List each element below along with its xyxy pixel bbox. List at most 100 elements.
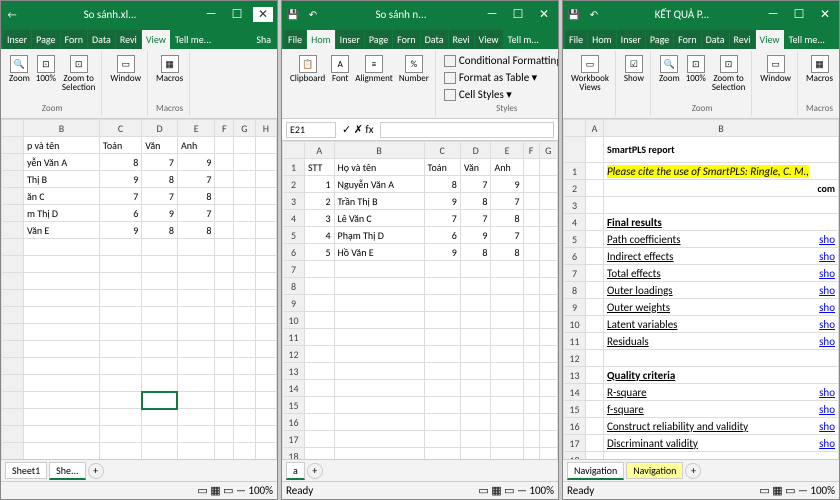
- close-button[interactable]: ✕: [534, 7, 554, 22]
- ribbon-group-macros: ▦Macros Macros: [150, 51, 190, 116]
- tab-page[interactable]: Page: [32, 30, 59, 49]
- minimize-button[interactable]: —: [201, 7, 221, 21]
- add-sheet-button[interactable]: +: [88, 463, 104, 479]
- tab-formulas[interactable]: Forn: [393, 30, 419, 49]
- tab-data[interactable]: Data: [702, 30, 729, 49]
- ribbon-group-basic: 📋Clipboard AFont ≡Alignment %Number: [284, 51, 436, 116]
- tell-me[interactable]: Tell me...: [785, 30, 829, 49]
- tell-me[interactable]: Tell m...: [504, 30, 543, 49]
- titlebar: 💾 ↶ KẾT QUẢ P... — ☐ ✕: [563, 1, 839, 27]
- tab-insert[interactable]: Inser: [617, 30, 645, 49]
- tab-file[interactable]: File: [284, 30, 306, 49]
- arrow-icon: ←: [5, 7, 19, 21]
- ribbon-group-zoom: 🔍Zoom ⊡100% ⊡Zoom to Selection Zoom: [3, 51, 102, 116]
- clipboard-button[interactable]: 📋Clipboard: [288, 53, 327, 85]
- tab-page[interactable]: Page: [646, 30, 673, 49]
- tab-review[interactable]: Revi: [116, 30, 141, 49]
- tab-file[interactable]: File: [565, 30, 587, 49]
- sheet-tab[interactable]: a: [286, 462, 305, 480]
- zoom-selection-button[interactable]: ⊡Zoom to Selection: [710, 53, 747, 94]
- sheet-tab[interactable]: She...: [49, 462, 85, 480]
- tab-view[interactable]: View: [475, 30, 503, 49]
- number-button[interactable]: %Number: [397, 53, 431, 85]
- show-button[interactable]: ☑Show: [622, 53, 646, 85]
- report-title: SmartPLS report: [604, 137, 839, 163]
- tab-formulas[interactable]: Forn: [61, 30, 87, 49]
- window-title: So sánh.xl...: [25, 8, 195, 21]
- zoom-selection-button[interactable]: ⊡Zoom to Selection: [60, 53, 97, 94]
- ribbon-group-styles: Conditional Formatting ▾ Format as Table…: [438, 51, 558, 116]
- tab-insert[interactable]: Inser: [3, 30, 31, 49]
- tab-view[interactable]: View: [142, 30, 170, 49]
- tab-view[interactable]: View: [756, 30, 784, 49]
- workbook-views-button[interactable]: ▭Workbook Views: [569, 53, 611, 94]
- tab-formulas[interactable]: Forn: [674, 30, 700, 49]
- macros-button[interactable]: ▦Macros: [154, 53, 185, 85]
- ribbon-tabs: Inser Page Forn Data Revi View Tell me..…: [1, 27, 277, 49]
- ribbon-group-window: ▭Window: [104, 51, 148, 116]
- save-icon[interactable]: 💾: [567, 7, 581, 21]
- alignment-button[interactable]: ≡Alignment: [353, 53, 395, 85]
- spreadsheet-grid[interactable]: BCDEFGH p và tênToánVănAnh yễn Văn A879 …: [1, 119, 277, 459]
- window-title: So sánh n...: [326, 8, 476, 21]
- tab-data[interactable]: Data: [421, 30, 448, 49]
- undo-icon[interactable]: ↶: [587, 7, 601, 21]
- sheet-tab[interactable]: Navigation: [567, 462, 624, 480]
- sheet-tabs: Navigation Navigation +: [563, 459, 839, 481]
- fx-icon[interactable]: ✓ ✗ fx: [342, 123, 374, 136]
- add-sheet-button[interactable]: +: [307, 463, 323, 479]
- name-box[interactable]: E21: [286, 122, 336, 138]
- titlebar: 💾 ↶ So sánh n... — ☐ ✕: [282, 1, 558, 27]
- tab-home[interactable]: Hom: [307, 30, 335, 49]
- close-button[interactable]: ✕: [253, 7, 273, 22]
- add-sheet-button[interactable]: +: [685, 463, 701, 479]
- tab-data[interactable]: Data: [88, 30, 115, 49]
- ribbon-tabs: File Hom Inser Page Forn Data Revi View …: [563, 27, 839, 49]
- formula-input[interactable]: [380, 122, 554, 138]
- ribbon: 🔍Zoom ⊡100% ⊡Zoom to Selection Zoom ▭Win…: [1, 49, 277, 119]
- maximize-button[interactable]: ☐: [227, 7, 247, 22]
- zoom-button[interactable]: 🔍Zoom: [657, 53, 682, 85]
- maximize-button[interactable]: ☐: [508, 7, 528, 22]
- formula-bar: E21 ✓ ✗ fx: [282, 119, 558, 141]
- excel-window-1: ← So sánh.xl... — ☐ ✕ Inser Page Forn Da…: [0, 0, 278, 500]
- sheet-tabs: Sheet1 She... +: [1, 459, 277, 481]
- minimize-button[interactable]: —: [482, 7, 502, 21]
- undo-icon[interactable]: ↶: [306, 7, 320, 21]
- tab-review[interactable]: Revi: [449, 30, 474, 49]
- zoom-100-button[interactable]: ⊡100%: [34, 53, 58, 85]
- selected-cell[interactable]: [142, 392, 178, 409]
- tell-me[interactable]: Tell me...: [171, 30, 215, 49]
- maximize-button[interactable]: ☐: [789, 7, 809, 22]
- ribbon-tabs: File Hom Inser Page Forn Data Revi View …: [282, 27, 558, 49]
- cond-format-button[interactable]: Conditional Formatting ▾: [442, 53, 558, 68]
- sheet-tab[interactable]: Sheet1: [5, 462, 47, 479]
- ribbon: ▭Workbook Views ☑Show 🔍Zoom ⊡100% ⊡Zoom …: [563, 49, 839, 119]
- ribbon: 📋Clipboard AFont ≡Alignment %Number Cond…: [282, 49, 558, 119]
- zoom-100-button[interactable]: ⊡100%: [684, 53, 708, 85]
- tab-home[interactable]: Hom: [588, 30, 616, 49]
- zoom-button[interactable]: 🔍Zoom: [7, 53, 32, 85]
- share-button[interactable]: Sha: [252, 30, 275, 49]
- tab-insert[interactable]: Inser: [336, 30, 364, 49]
- tab-page[interactable]: Page: [365, 30, 392, 49]
- excel-window-2: 💾 ↶ So sánh n... — ☐ ✕ File Hom Inser Pa…: [281, 0, 559, 500]
- window-title: KẾT QUẢ P...: [607, 8, 757, 21]
- close-button[interactable]: ✕: [815, 7, 835, 22]
- macros-button[interactable]: ▦Macros: [804, 53, 835, 85]
- status-bar: ▭ ▦ ▭ — 100%: [1, 481, 277, 499]
- window-button[interactable]: ▭Window: [108, 53, 143, 85]
- status-bar: Ready▭ ▦ ▭ — 100%: [563, 481, 839, 499]
- excel-window-3: 💾 ↶ KẾT QUẢ P... — ☐ ✕ File Hom Inser Pa…: [562, 0, 840, 500]
- spreadsheet-grid[interactable]: AB SmartPLS report 1Please cite the use …: [563, 119, 839, 459]
- window-button[interactable]: ▭Window: [758, 53, 793, 85]
- cell-styles-button[interactable]: Cell Styles ▾: [442, 87, 514, 102]
- spreadsheet-grid[interactable]: ABCDEFG 1STTHọ và tênToánVănAnh 21Nguyễn…: [282, 141, 558, 459]
- sheet-tabs: a +: [282, 459, 558, 481]
- font-button[interactable]: AFont: [329, 53, 351, 85]
- sheet-tab-nav[interactable]: Navigation: [626, 462, 683, 479]
- minimize-button[interactable]: —: [763, 7, 783, 21]
- format-table-button[interactable]: Format as Table ▾: [442, 70, 539, 85]
- tab-review[interactable]: Revi: [730, 30, 755, 49]
- save-icon[interactable]: 💾: [286, 7, 300, 21]
